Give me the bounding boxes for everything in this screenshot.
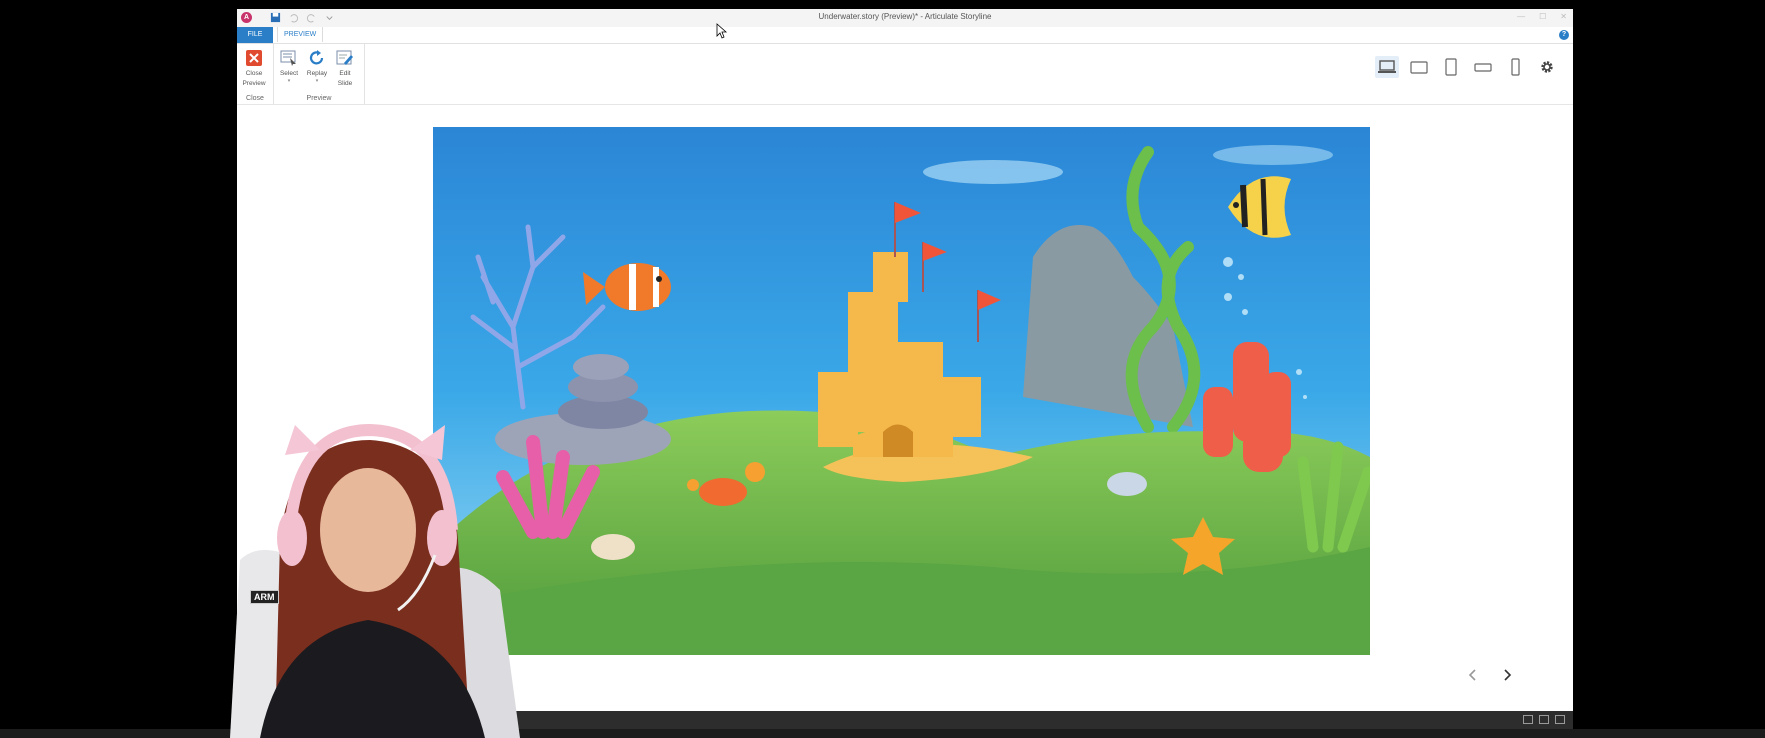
castle-door [883,424,913,457]
ribbon-group-preview: Select ▾ Replay ▾ Edit Slide Preview [274,44,365,104]
ribbon-tabs: FILE PREVIEW ? [237,27,1573,44]
device-switcher [1375,56,1559,78]
chevron-left-icon [1468,669,1476,681]
chevron-down-icon: ▾ [287,78,291,84]
select-button[interactable]: Select ▾ [276,48,302,84]
edit-slide-label-2: Slide [337,80,353,87]
normal-view-icon[interactable] [1539,715,1549,724]
headset-earcup [427,510,457,566]
tab-preview[interactable]: PREVIEW [277,27,324,42]
slide-canvas[interactable] [433,127,1370,655]
mouse-cursor-icon [716,23,728,39]
edit-slide-button[interactable]: Edit Slide [332,48,358,88]
help-icon[interactable]: ? [1559,30,1569,40]
close-icon [241,48,267,68]
chevron-right-icon [1504,669,1512,681]
group-label-preview: Preview [306,95,332,102]
face [320,468,416,592]
replay-label: Replay [306,70,328,77]
phone-landscape-icon[interactable] [1471,56,1495,78]
close-preview-button[interactable]: Close Preview [241,48,267,88]
close-preview-label-2: Preview [242,80,266,87]
grid-view-icon[interactable] [1523,715,1533,724]
desktop-icon[interactable] [1375,56,1399,78]
webcam-overlay [220,420,530,738]
chair-logo: ARM [250,590,279,604]
tablet-landscape-icon[interactable] [1407,56,1431,78]
close-window-icon[interactable]: ✕ [1560,12,1567,21]
edit-slide-icon [332,48,358,68]
replay-icon [304,48,330,68]
window-controls: — ☐ ✕ [1517,12,1567,21]
select-icon [276,48,302,68]
replay-button[interactable]: Replay ▾ [304,48,330,84]
previous-slide-button[interactable] [1465,667,1481,683]
maximize-icon[interactable]: ☐ [1539,12,1546,21]
light-cloud [923,160,1063,184]
tab-file[interactable]: FILE [237,27,273,43]
group-label-close: Close [246,95,264,102]
tablet-portrait-icon[interactable] [1439,56,1463,78]
chevron-down-icon: ▾ [315,78,319,84]
title-bar: A Underwater.story (Preview)* - Articula… [237,9,1573,27]
close-preview-label-1: Close [245,70,263,77]
headset-earcup [277,510,307,566]
edit-slide-label-1: Edit [339,70,351,77]
light-cloud [1213,145,1333,165]
next-slide-button[interactable] [1499,667,1515,683]
gear-icon[interactable] [1535,56,1559,78]
status-icons [1523,715,1565,724]
fit-view-icon[interactable] [1555,715,1565,724]
window-title: Underwater.story (Preview)* - Articulate… [818,12,992,21]
ribbon: Close Preview Close Select ▾ Replay ▾ Ed… [237,44,1573,105]
ribbon-group-close: Close Preview Close [237,44,274,104]
minimize-icon[interactable]: — [1517,12,1525,21]
select-label: Select [279,70,299,77]
phone-portrait-icon[interactable] [1503,56,1527,78]
